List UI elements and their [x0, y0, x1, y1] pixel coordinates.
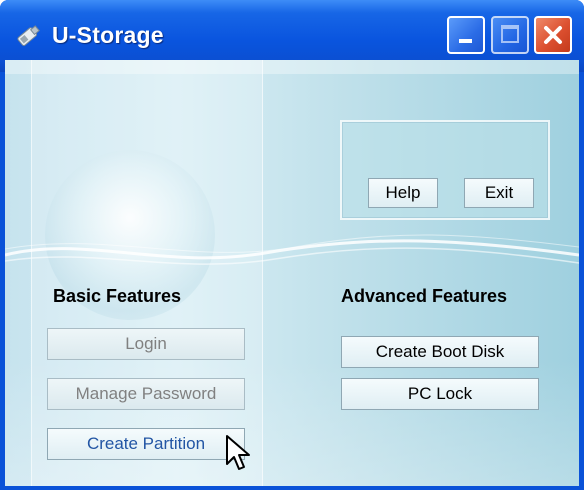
close-icon — [544, 26, 562, 44]
basic-features-heading: Basic Features — [53, 286, 182, 306]
minimize-button[interactable] — [447, 16, 485, 54]
window-title: U-Storage — [52, 22, 164, 48]
app-window: U-Storage Help Exit Basic Features Advan… — [0, 0, 584, 490]
create-boot-disk-button[interactable]: Create Boot Disk — [341, 336, 539, 368]
usb-drive-icon — [17, 25, 40, 46]
exit-button[interactable]: Exit — [464, 178, 534, 208]
login-button[interactable]: Login — [47, 328, 245, 360]
client-area: Help Exit Basic Features Advanced Featur… — [5, 60, 579, 486]
pc-lock-button[interactable]: PC Lock — [341, 378, 539, 410]
minimize-icon — [459, 39, 472, 43]
help-button[interactable]: Help — [368, 178, 438, 208]
maximize-button[interactable] — [491, 16, 529, 54]
mouse-pointer-icon — [226, 435, 250, 470]
maximize-icon — [501, 25, 519, 43]
manage-password-button[interactable]: Manage Password — [47, 378, 245, 410]
close-button[interactable] — [534, 16, 572, 54]
create-partition-button[interactable]: Create Partition — [47, 428, 245, 460]
decor-wave — [5, 234, 579, 265]
advanced-features-heading: Advanced Features — [341, 286, 508, 306]
